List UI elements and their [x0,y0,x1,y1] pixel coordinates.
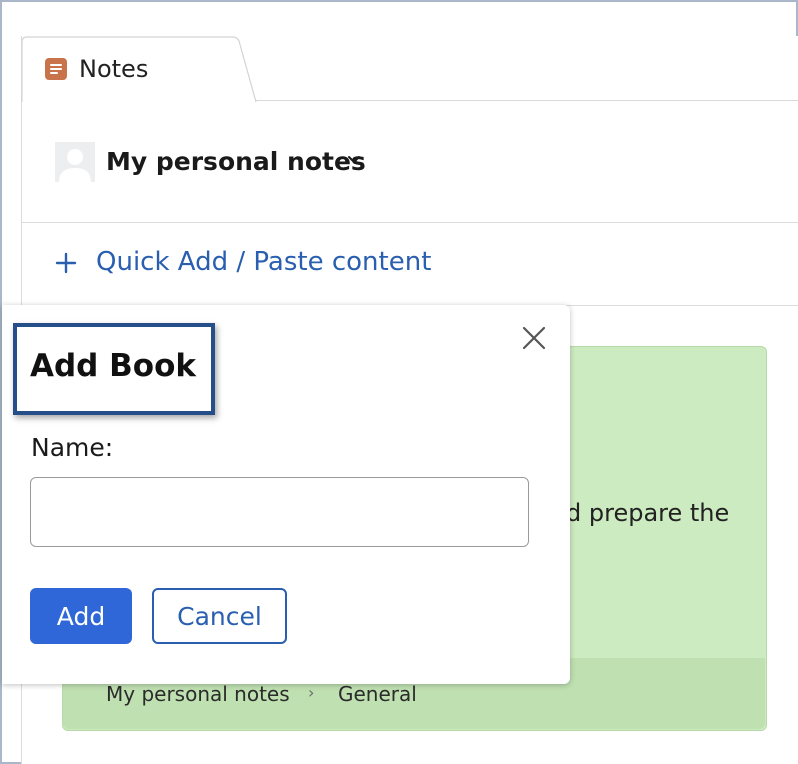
notes-icon [45,58,67,80]
add-button[interactable]: Add [30,588,132,644]
chevron-down-icon[interactable] [346,152,362,168]
plus-icon[interactable] [55,252,77,274]
dialog-title: Add Book [30,348,197,384]
breadcrumb-book[interactable]: General [338,682,417,706]
notebook-selector[interactable]: My personal notes [106,147,366,176]
quick-add-link[interactable]: Quick Add / Paste content [96,247,431,277]
cancel-button[interactable]: Cancel [152,588,287,644]
close-icon[interactable] [520,324,548,352]
note-content: d prepare the [566,499,730,527]
breadcrumb-notebook[interactable]: My personal notes [106,682,290,706]
name-label: Name: [31,433,114,462]
tab-notes-label: Notes [79,55,149,83]
user-avatar-icon [55,142,95,182]
book-name-input[interactable] [30,477,529,547]
tab-bar-divider [255,100,798,101]
breadcrumb-separator: › [308,683,315,702]
